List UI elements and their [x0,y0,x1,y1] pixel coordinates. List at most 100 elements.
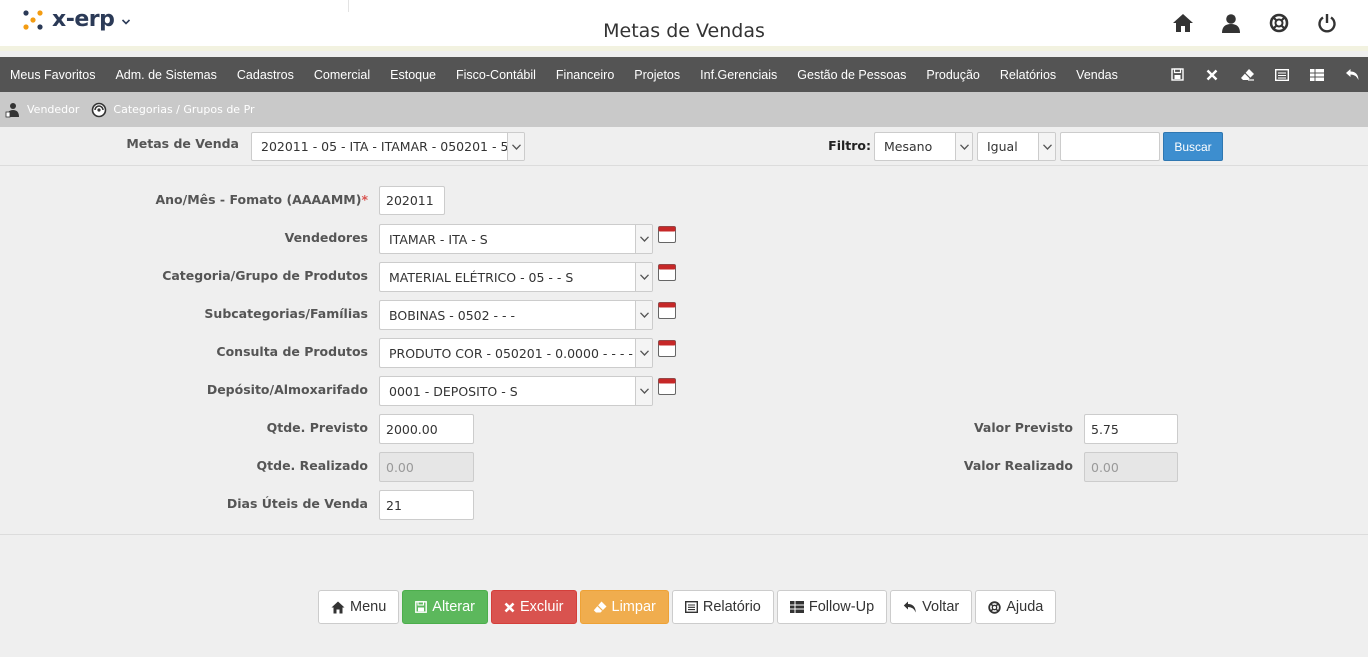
topbar-divider [348,0,349,12]
user-icon[interactable] [1220,12,1242,34]
chevron-down-icon [635,339,652,367]
anomes-label-text: Ano/Mês - Fomato (AAAAMM) [155,192,362,207]
calendar-icon[interactable] [658,302,676,319]
vendedores-value: ITAMAR - ITA - S [389,231,488,247]
ajuda-button[interactable]: Ajuda [975,590,1057,624]
alterar-button-label: Alterar [432,599,475,615]
page-title: Metas de Vendas [603,20,765,42]
undo-icon [903,601,917,613]
power-icon[interactable] [1316,12,1338,34]
chevron-down-icon [635,263,652,291]
menu-item-cadastros[interactable]: Cadastros [227,68,304,82]
menu-item-producao[interactable]: Produção [916,68,990,82]
qtde-previsto-input[interactable]: 2000.00 [379,414,474,444]
table-icon [789,601,804,613]
menu-item-gestao-pessoas[interactable]: Gestão de Pessoas [787,68,916,82]
categoria-label: Categoria/Grupo de Produtos [162,268,368,283]
dias-uteis-input[interactable]: 21 [379,490,474,520]
list-icon [684,601,698,613]
limpar-button-label: Limpar [611,599,656,615]
relatorio-button-label: Relatório [702,599,761,615]
menu-item-meus-favoritos[interactable]: Meus Favoritos [0,68,105,82]
categoria-select[interactable]: MATERIAL ELÉTRICO - 05 - - S [379,262,653,292]
followup-button[interactable]: Follow-Up [776,590,888,624]
chevron-down-icon [507,133,524,160]
search-button[interactable]: Buscar [1163,132,1223,161]
categoria-value: MATERIAL ELÉTRICO - 05 - - S [389,269,574,285]
eraser-icon[interactable] [1239,67,1255,83]
categories-icon [91,102,107,118]
salesperson-icon [5,102,21,118]
followup-button-label: Follow-Up [808,599,875,615]
table-icon[interactable] [1309,67,1325,83]
calendar-icon[interactable] [658,378,676,395]
calendar-icon[interactable] [658,340,676,357]
subcategoria-select[interactable]: BOBINAS - 0502 - - - [379,300,653,330]
filter-text-input[interactable] [1060,132,1160,161]
save-icon[interactable] [1169,67,1185,83]
filtro-label: Filtro: [828,138,871,153]
metas-label: Metas de Venda [126,136,239,151]
home-icon[interactable] [1172,12,1194,34]
list-icon[interactable] [1274,67,1290,83]
menu-item-vendas[interactable]: Vendas [1066,68,1128,82]
chevron-down-icon [635,301,652,329]
eraser-icon [593,601,607,613]
voltar-button[interactable]: Voltar [890,590,973,624]
lifebuoy-icon[interactable] [1268,12,1290,34]
menu-button[interactable]: Menu [318,590,400,624]
breadcrumb-item-categorias[interactable]: Categorias / Grupos de Pr [91,102,255,118]
breadcrumb: Vendedor Categorias / Grupos de Pr [0,92,1368,127]
valor-realizado-input: 0.00 [1084,452,1178,482]
excluir-button-label: Excluir [520,599,564,615]
undo-icon[interactable] [1344,67,1360,83]
menu-item-comercial[interactable]: Comercial [304,68,380,82]
chevron-down-icon [635,225,652,253]
chevron-down-icon [635,377,652,405]
metas-select-value: 202011 - 05 - ITA - ITAMAR - 050201 - 5.… [261,139,525,154]
alterar-button[interactable]: Alterar [402,590,488,624]
menu-item-fisco-contabil[interactable]: Fisco-Contábil [446,68,546,82]
filter-field-value: Mesano [884,139,933,154]
breadcrumb-item-vendedor[interactable]: Vendedor [5,102,79,118]
top-icons [1172,12,1338,34]
home-icon [331,601,345,614]
menu-item-estoque[interactable]: Estoque [380,68,446,82]
top-bar: x-erp Metas de Vendas [0,0,1368,51]
deposito-select[interactable]: 0001 - DEPOSITO - S [379,376,653,406]
menu-item-financeiro[interactable]: Financeiro [546,68,624,82]
subcategoria-label: Subcategorias/Famílias [204,306,368,321]
calendar-icon[interactable] [658,226,676,243]
vendedores-select[interactable]: ITAMAR - ITA - S [379,224,653,254]
anomes-input[interactable]: 202011 [379,186,445,215]
menu-tools [1169,57,1360,92]
calendar-icon[interactable] [658,264,676,281]
action-bar: Menu Alterar Excluir Limpar Relatório Fo… [318,590,1057,624]
produtos-select[interactable]: PRODUTO COR - 050201 - 0.0000 - - - - S [379,338,653,368]
metas-select[interactable]: 202011 - 05 - ITA - ITAMAR - 050201 - 5.… [251,132,525,161]
lifebuoy-icon [988,600,1001,614]
dias-uteis-label: Dias Úteis de Venda [226,496,368,511]
produtos-value: PRODUTO COR - 050201 - 0.0000 - - - - S [389,345,645,361]
qtde-realizado-label: Qtde. Realizado [256,458,368,473]
relatorio-button[interactable]: Relatório [671,590,774,624]
limpar-button[interactable]: Limpar [579,590,669,624]
filter-operator-value: Igual [987,139,1018,154]
close-icon[interactable] [1204,67,1220,83]
breadcrumb-label-categorias: Categorias / Grupos de Pr [113,103,255,116]
menu-item-adm-sistemas[interactable]: Adm. de Sistemas [105,68,226,82]
anomes-label: Ano/Mês - Fomato (AAAAMM)* [100,192,368,207]
valor-previsto-input[interactable]: 5.75 [1084,414,1178,444]
form-divider [0,534,1368,535]
filter-operator-select[interactable]: Igual [977,132,1056,161]
menu-item-inf-gerenciais[interactable]: Inf.Gerenciais [690,68,787,82]
close-icon [504,602,515,613]
menu-item-projetos[interactable]: Projetos [624,68,690,82]
filter-field-select[interactable]: Mesano [874,132,973,161]
breadcrumb-label-vendedor: Vendedor [27,103,80,116]
deposito-value: 0001 - DEPOSITO - S [389,383,518,399]
valor-previsto-label: Valor Previsto [973,420,1073,435]
excluir-button[interactable]: Excluir [491,590,577,624]
voltar-button-label: Voltar [922,599,960,615]
menu-item-relatorios[interactable]: Relatórios [990,68,1066,82]
